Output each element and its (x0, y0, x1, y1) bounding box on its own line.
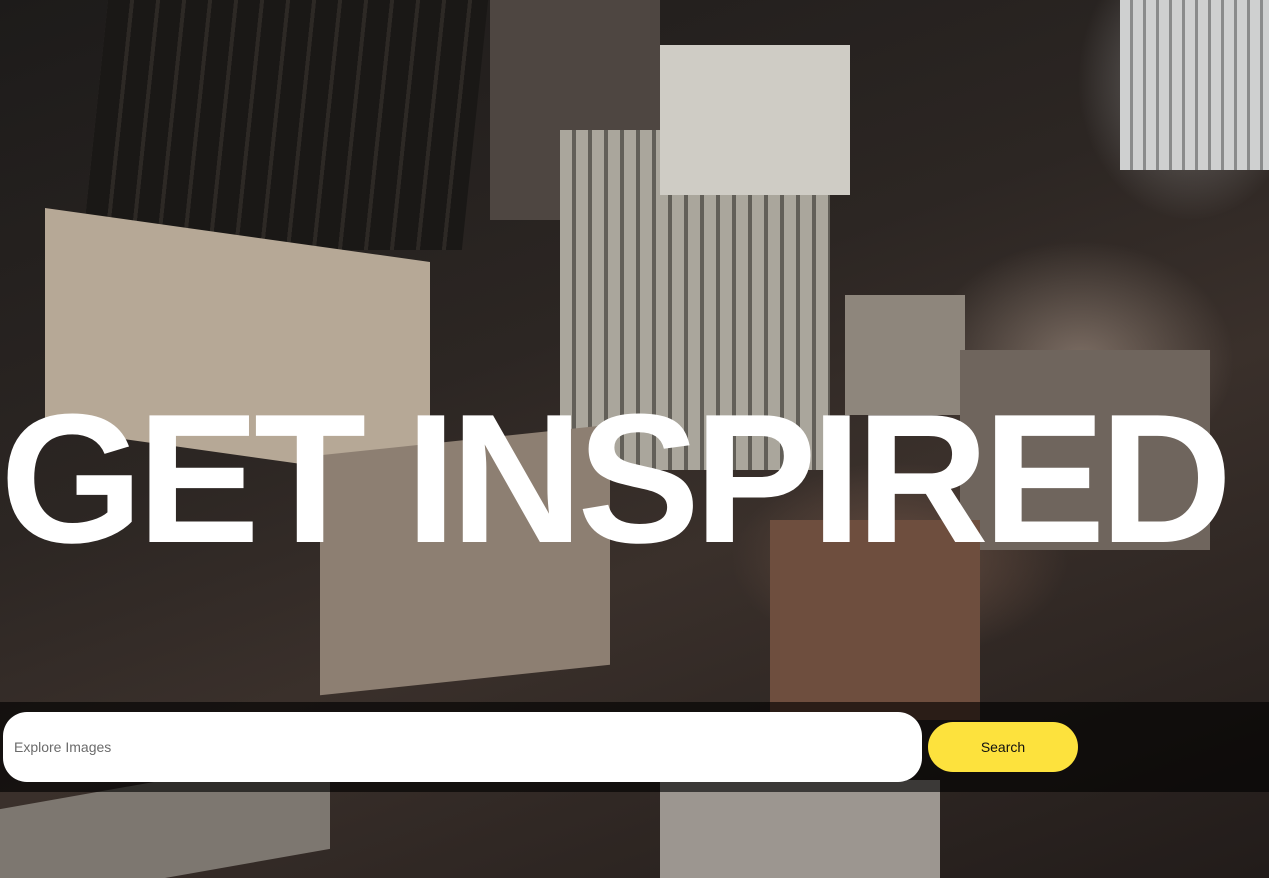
background-building (660, 780, 940, 878)
background-building (660, 45, 850, 195)
hero-headline: GET INSPIRED (0, 375, 1232, 581)
background-building (81, 0, 489, 250)
search-button[interactable]: Search (928, 722, 1078, 772)
search-input[interactable] (3, 712, 922, 782)
background-building (1120, 0, 1269, 170)
hero-section: GET INSPIRED Search (0, 0, 1269, 878)
